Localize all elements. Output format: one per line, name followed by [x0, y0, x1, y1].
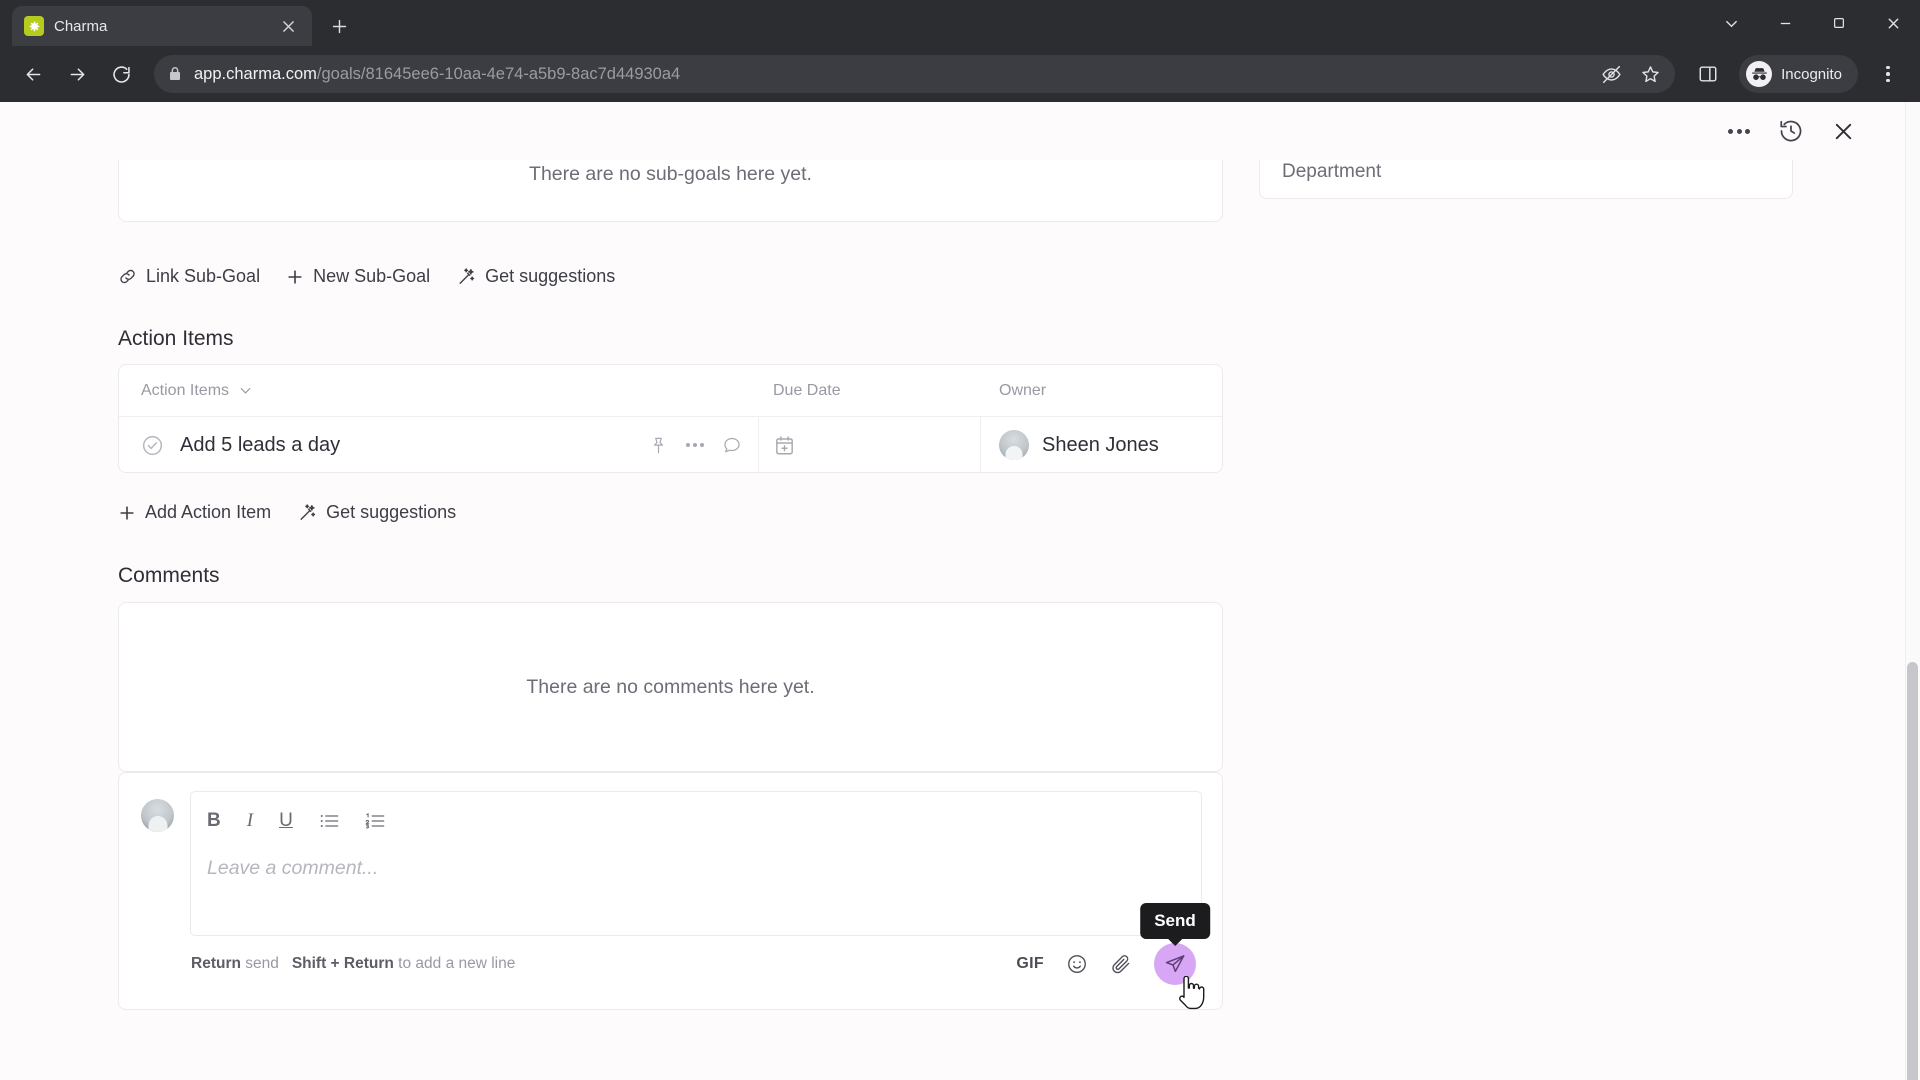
bookmark-star-icon[interactable] [1640, 64, 1661, 85]
new-tab-button[interactable] [322, 9, 356, 43]
hint-key-shift-return: Shift + Return [291, 955, 394, 972]
side-panel-icon[interactable] [1689, 55, 1727, 93]
charma-starburst-icon [24, 16, 44, 36]
sub-goals-actions: Link Sub-Goal New Sub-Goal Get suggestio… [118, 266, 615, 287]
more-options-icon[interactable] [686, 443, 704, 447]
tab-search-chevron-down-icon[interactable] [1704, 0, 1758, 46]
window-maximize-icon[interactable] [1812, 0, 1866, 46]
comments-empty-text: There are no comments here yet. [526, 675, 815, 698]
send-paper-plane-icon [1164, 953, 1186, 975]
link-sub-goal-label: Link Sub-Goal [146, 266, 261, 286]
add-action-item-button[interactable]: Add Action Item [118, 502, 271, 523]
send-tooltip: Send [1140, 903, 1210, 946]
formatting-toolbar: B I U [207, 802, 1185, 840]
emoji-smiley-icon[interactable] [1066, 953, 1088, 975]
action-item-text[interactable]: Add 5 leads a day [180, 434, 633, 457]
forward-arrow-icon[interactable] [58, 55, 96, 93]
comment-input[interactable]: B I U Leave a comment... [190, 791, 1202, 936]
magic-wand-icon [297, 503, 317, 523]
italic-icon[interactable]: I [247, 810, 253, 832]
avatar [999, 430, 1029, 460]
close-icon[interactable] [1821, 109, 1865, 153]
tab-close-icon[interactable] [276, 14, 300, 38]
comments-title: Comments [118, 564, 220, 587]
action-item-owner: Sheen Jones [1042, 433, 1159, 456]
browser-toolbar: app.charma.com/goals/81645ee6-10aa-4e74-… [0, 46, 1920, 102]
new-sub-goal-label: New Sub-Goal [313, 266, 431, 286]
reload-icon[interactable] [102, 55, 140, 93]
address-bar-url: app.charma.com/goals/81645ee6-10aa-4e74-… [194, 65, 680, 84]
modal-header [0, 102, 1905, 160]
incognito-icon [1746, 61, 1773, 87]
page-scrollbar-thumb[interactable] [1907, 662, 1918, 1080]
pin-icon[interactable] [649, 436, 668, 455]
calendar-plus-icon[interactable] [773, 434, 796, 457]
action-items-get-suggestions-button[interactable]: Get suggestions [297, 502, 456, 523]
history-clock-icon[interactable] [1769, 109, 1813, 153]
action-items-table-header: Action Items Due Date Owner [119, 365, 1222, 417]
sub-goals-get-suggestions-label: Get suggestions [485, 266, 616, 286]
magic-wand-icon [456, 267, 476, 287]
browser-tab[interactable]: Charma [12, 6, 312, 46]
action-items-table: Action Items Due Date Owner Add 5 leads … [118, 364, 1223, 473]
chevron-down-icon[interactable] [238, 383, 253, 398]
window-minimize-icon[interactable] [1758, 0, 1812, 46]
gif-button[interactable]: GIF [1016, 955, 1044, 973]
hint-text-newline: to add a new line [398, 955, 516, 972]
incognito-label: Incognito [1781, 65, 1842, 83]
link-icon [118, 267, 137, 286]
page-viewport: There are no sub-goals here yet. Link Su… [0, 102, 1920, 1080]
kebab-menu-icon[interactable] [1870, 56, 1906, 92]
lock-icon [168, 66, 182, 82]
underline-icon[interactable]: U [279, 810, 293, 832]
sub-goals-empty-text: There are no sub-goals here yet. [529, 162, 812, 185]
bold-icon[interactable]: B [207, 810, 221, 832]
url-path: /goals/81645ee6-10aa-4e74-a5b9-8ac7d4493… [316, 64, 681, 83]
incognito-profile-button[interactable]: Incognito [1739, 55, 1858, 93]
page-scrollbar-track[interactable] [1905, 102, 1920, 1080]
plus-icon [286, 268, 304, 286]
side-key-department: Department [1282, 161, 1382, 182]
browser-window: Charma app.charma.com/goals/81645ee6-10a… [0, 0, 1920, 1080]
action-items-get-suggestions-label: Get suggestions [326, 502, 457, 522]
column-header-due-date: Due Date [773, 381, 841, 399]
window-controls [1704, 0, 1920, 46]
comment-placeholder: Leave a comment... [207, 857, 379, 879]
check-circle-icon[interactable] [141, 434, 164, 457]
tab-strip: Charma [0, 0, 1920, 46]
send-button[interactable]: Send [1140, 903, 1210, 985]
comment-bubble-icon[interactable] [722, 435, 742, 455]
back-arrow-icon[interactable] [14, 55, 52, 93]
url-host: app.charma.com [194, 64, 317, 83]
composer-footer: Return send Shift + Return to add a new … [141, 903, 1210, 992]
numbered-list-icon[interactable] [365, 812, 385, 830]
paperclip-icon[interactable] [1110, 953, 1132, 975]
action-items-title: Action Items [118, 327, 234, 350]
comments-empty-card: There are no comments here yet. [118, 602, 1223, 772]
more-options-icon[interactable] [1717, 109, 1761, 153]
table-row[interactable]: Add 5 leads a day Sheen Jones [119, 417, 1222, 472]
window-close-icon[interactable] [1866, 0, 1920, 46]
action-item-row-icons [649, 435, 758, 455]
eye-off-icon[interactable] [1601, 64, 1622, 85]
goal-detail-modal: There are no sub-goals here yet. Link Su… [0, 102, 1905, 1080]
composer-hint: Return send Shift + Return to add a new … [191, 955, 515, 973]
link-sub-goal-button[interactable]: Link Sub-Goal [118, 266, 260, 287]
address-bar[interactable]: app.charma.com/goals/81645ee6-10aa-4e74-… [154, 55, 1676, 93]
plus-icon [118, 504, 136, 522]
comment-composer: B I U Leave a comment... Return send Shi… [118, 772, 1223, 1010]
avatar [141, 799, 174, 832]
new-sub-goal-button[interactable]: New Sub-Goal [286, 266, 430, 287]
sub-goals-get-suggestions-button[interactable]: Get suggestions [456, 266, 615, 287]
add-action-item-label: Add Action Item [145, 502, 272, 522]
tab-title: Charma [54, 17, 108, 35]
action-items-actions: Add Action Item Get suggestions [118, 502, 456, 523]
hint-text-send: send [245, 955, 279, 972]
column-header-owner: Owner [999, 381, 1047, 399]
bulleted-list-icon[interactable] [319, 812, 339, 830]
hint-key-return: Return [191, 955, 241, 972]
column-header-action-items: Action Items [141, 381, 230, 399]
